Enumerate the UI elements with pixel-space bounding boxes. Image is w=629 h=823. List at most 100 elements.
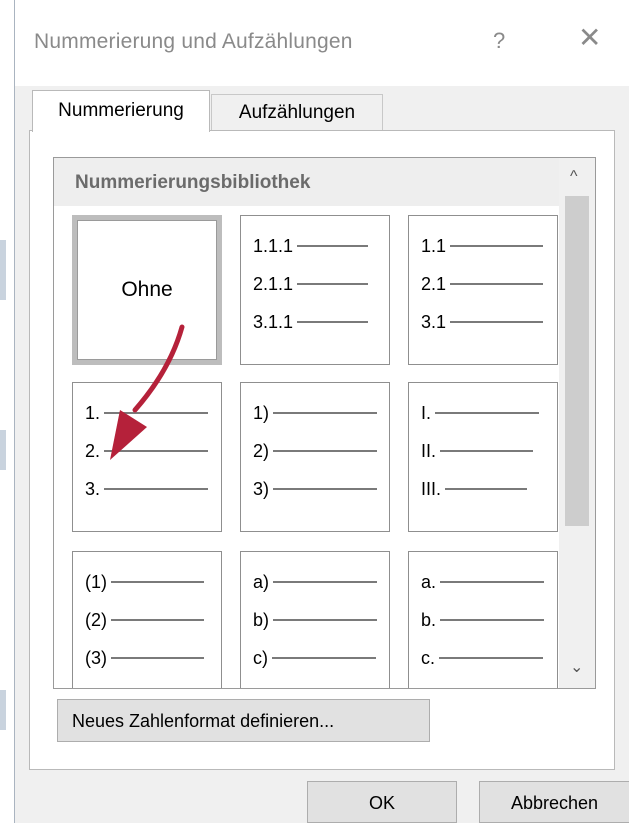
tile-line: 1) — [253, 401, 378, 425]
tile-line: 2.1.1 — [253, 272, 369, 296]
tile-number-label: 3) — [253, 478, 270, 499]
cancel-button[interactable]: Abbrechen — [479, 781, 629, 823]
tile-line: c) — [253, 646, 376, 670]
numbering-tile[interactable]: a) b) c) — [240, 551, 390, 688]
tile-line: a) — [253, 570, 378, 594]
tile-number-label: 2.1.1 — [253, 273, 294, 294]
ok-button[interactable]: OK — [307, 781, 457, 823]
tile-rule — [297, 321, 369, 323]
tile-line: (2) — [85, 608, 204, 632]
tile-rule — [273, 488, 378, 490]
library-title: Nummerierungsbibliothek — [75, 172, 311, 193]
close-icon[interactable]: ✕ — [578, 24, 601, 52]
define-number-format-button[interactable]: Neues Zahlenformat definieren... — [57, 699, 430, 742]
tile-rule — [450, 245, 544, 247]
scroll-thumb[interactable] — [565, 196, 589, 526]
tile-number-label: (2) — [85, 609, 107, 630]
tile-rule — [104, 488, 209, 490]
tile-rule — [435, 412, 540, 414]
tile-line: I. — [421, 401, 540, 425]
tile-number-label: I. — [421, 402, 432, 423]
numbering-dialog: Nummerierung und Aufzählungen ? ✕ Nummer… — [14, 0, 629, 823]
numbering-tile-none[interactable]: Ohne — [72, 215, 222, 365]
numbering-tile[interactable]: 1.1 2.1 3.1 — [408, 215, 558, 365]
tile-line: 2) — [253, 439, 378, 463]
scroll-up-icon[interactable]: ^ — [570, 168, 578, 186]
tile-number-label: 3.1 — [421, 311, 447, 332]
tile-line: 3. — [85, 477, 209, 501]
tile-none-label: Ohne — [121, 278, 173, 301]
tile-rule — [272, 657, 376, 659]
tile-rule — [297, 245, 369, 247]
library-scrollbar[interactable]: ^ ⌄ — [559, 158, 595, 688]
tile-rule — [440, 581, 545, 583]
tile-line: a. — [421, 570, 545, 594]
tile-number-label: II. — [421, 440, 437, 461]
numbering-tile[interactable]: (1) (2) (3) — [72, 551, 222, 688]
tile-line: 1.1 — [421, 234, 544, 258]
tile-line: b. — [421, 608, 545, 632]
tile-rule — [273, 450, 378, 452]
document-edge-mark — [0, 240, 6, 300]
tile-line: b) — [253, 608, 378, 632]
tile-number-label: a. — [421, 571, 437, 592]
tab-bullets[interactable]: Aufzählungen — [211, 94, 383, 130]
document-background — [0, 0, 14, 823]
tile-number-label: 1) — [253, 402, 270, 423]
tile-rule — [450, 321, 544, 323]
tile-number-label: 3.1.1 — [253, 311, 294, 332]
tile-rule — [297, 283, 369, 285]
tab-numbering[interactable]: Nummerierung — [32, 90, 210, 132]
help-button[interactable]: ? — [493, 28, 505, 54]
dialog-titlebar: Nummerierung und Aufzählungen ? ✕ — [15, 0, 629, 86]
scroll-down-icon[interactable]: ⌄ — [570, 657, 583, 677]
tile-number-label: c. — [421, 647, 436, 668]
tile-number-label: b) — [253, 609, 270, 630]
tile-rule — [104, 450, 209, 452]
tile-number-label: a) — [253, 571, 270, 592]
tile-number-label: 2) — [253, 440, 270, 461]
tile-line: 2.1 — [421, 272, 544, 296]
tile-number-label: 2. — [85, 440, 101, 461]
tile-line: II. — [421, 439, 534, 463]
numbering-tile[interactable]: 1.1.1 2.1.1 3.1.1 — [240, 215, 390, 365]
tile-number-label: (3) — [85, 647, 107, 668]
tile-number-label: c) — [253, 647, 268, 668]
numbering-tile[interactable]: 1. 2. 3. — [72, 382, 222, 532]
tile-line: 1. — [85, 401, 209, 425]
tile-rule — [440, 450, 534, 452]
tile-rule — [273, 619, 378, 621]
tile-line: 3) — [253, 477, 378, 501]
tile-rule — [273, 581, 378, 583]
dialog-title: Nummerierung und Aufzählungen — [34, 30, 353, 53]
tile-line: c. — [421, 646, 544, 670]
tile-rule — [440, 619, 545, 621]
tile-rule — [273, 412, 378, 414]
tile-rule — [111, 657, 204, 659]
tile-number-label: 1.1 — [421, 235, 447, 256]
tile-number-label: 1.1.1 — [253, 235, 294, 256]
tile-number-label: 1. — [85, 402, 101, 423]
tile-number-label: 2.1 — [421, 273, 447, 294]
document-edge-mark — [0, 430, 6, 470]
tile-line: III. — [421, 477, 528, 501]
tile-rule — [104, 412, 209, 414]
tile-rule — [111, 581, 204, 583]
tile-rule — [111, 619, 204, 621]
library-header: Nummerierungsbibliothek — [54, 158, 559, 206]
tile-line: (3) — [85, 646, 204, 670]
numbering-tile[interactable]: I. II. III. — [408, 382, 558, 532]
numbering-library: Nummerierungsbibliothek Ohne 1.1.1 2.1.1 3.… — [53, 157, 596, 689]
tile-rule — [445, 488, 528, 490]
numbering-tile[interactable]: a. b. c. — [408, 551, 558, 688]
tile-line: 2. — [85, 439, 209, 463]
tile-line: (1) — [85, 570, 204, 594]
tile-number-label: b. — [421, 609, 437, 630]
tile-line: 3.1.1 — [253, 310, 369, 334]
tile-rule — [439, 657, 544, 659]
tile-number-label: 3. — [85, 478, 101, 499]
tile-rule — [450, 283, 544, 285]
tile-line: 1.1.1 — [253, 234, 369, 258]
document-edge-mark — [0, 690, 6, 730]
numbering-tile[interactable]: 1) 2) 3) — [240, 382, 390, 532]
